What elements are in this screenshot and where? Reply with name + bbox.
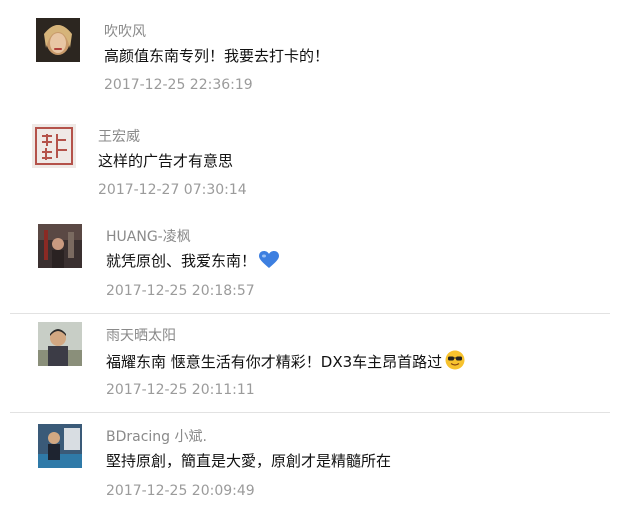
avatar[interactable] xyxy=(32,124,76,168)
comment-divider xyxy=(10,313,610,314)
comment-text-content: 就凭原创、我爱东南！ xyxy=(106,252,257,270)
blue-heart-icon xyxy=(259,251,280,274)
comment-timestamp: 2017-12-25 20:09:49 xyxy=(106,483,255,499)
comment-timestamp: 2017-12-25 20:18:57 xyxy=(106,283,255,299)
comment-timestamp: 2017-12-25 22:36:19 xyxy=(104,77,253,93)
comment-nickname[interactable]: BDracing 小斌. xyxy=(106,428,207,446)
avatar[interactable] xyxy=(38,424,82,468)
comment-nickname[interactable]: 吹吹风 xyxy=(104,23,146,41)
comment-text-content: 福耀东南 惬意生活有你才精彩！DX3车主昂首路过 xyxy=(106,353,443,371)
comment-divider xyxy=(10,412,610,413)
comment-nickname[interactable]: 王宏威 xyxy=(98,128,140,146)
avatar[interactable] xyxy=(38,224,82,268)
comment-text: 高颜值东南专列！我要去打卡的！ xyxy=(104,47,330,65)
comment-text: 这样的广告才有意思 xyxy=(98,152,234,170)
avatar[interactable] xyxy=(38,322,82,366)
comment-timestamp: 2017-12-25 20:11:11 xyxy=(106,382,255,398)
comment-text: 堅持原創，簡直是大愛，原創才是精髓所在 xyxy=(106,452,392,470)
comment-nickname[interactable]: HUANG-凌枫 xyxy=(106,228,191,246)
comment-timestamp: 2017-12-27 07:30:14 xyxy=(98,182,247,198)
comment-text: 福耀东南 惬意生活有你才精彩！DX3车主昂首路过 xyxy=(106,350,465,375)
comment-text: 就凭原创、我爱东南！ xyxy=(106,251,280,274)
avatar[interactable] xyxy=(36,18,80,62)
sunglasses-smiley-icon xyxy=(445,350,465,375)
comment-nickname[interactable]: 雨天晒太阳 xyxy=(106,327,176,345)
